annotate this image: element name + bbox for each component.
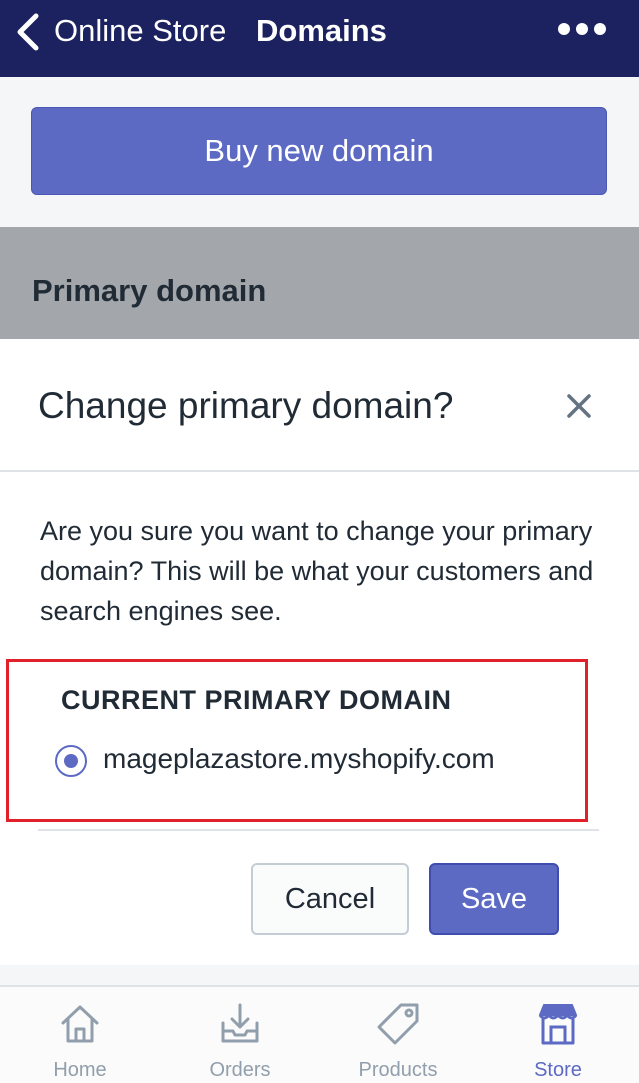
cancel-button[interactable]: Cancel: [251, 863, 409, 935]
background-strip: [0, 965, 639, 985]
tab-orders[interactable]: Orders: [160, 987, 320, 1083]
tab-store[interactable]: Store: [478, 987, 638, 1083]
buy-new-domain-button[interactable]: Buy new domain: [31, 107, 607, 195]
orders-icon: [221, 1003, 259, 1043]
tab-label: Home: [53, 1059, 107, 1081]
tab-label: Store: [534, 1059, 582, 1081]
more-options-icon[interactable]: [556, 18, 608, 40]
primary-domain-section-header: Primary domain: [0, 227, 639, 339]
section-heading: Primary domain: [32, 273, 267, 308]
domain-radio[interactable]: [55, 745, 87, 777]
current-primary-domain-label: CURRENT PRIMARY DOMAIN: [61, 685, 452, 715]
store-icon: [538, 1004, 578, 1045]
buy-domain-area: Buy new domain: [0, 77, 639, 227]
bottom-tab-bar: Home Orders Products Store: [0, 985, 639, 1083]
tab-home[interactable]: Home: [0, 987, 160, 1083]
home-icon: [61, 1005, 99, 1043]
tag-icon: [377, 1003, 419, 1045]
back-label[interactable]: Online Store: [54, 13, 226, 49]
chevron-left-icon[interactable]: [12, 10, 46, 54]
save-button[interactable]: Save: [429, 863, 559, 935]
domain-option-label[interactable]: mageplazastore.myshopify.com: [103, 743, 495, 775]
modal-body-text: Are you sure you want to change your pri…: [40, 516, 594, 626]
highlight-box: [6, 659, 588, 822]
page-title: Domains: [256, 13, 387, 48]
tab-label: Products: [358, 1059, 438, 1081]
tab-products[interactable]: Products: [318, 987, 478, 1083]
tab-label: Orders: [209, 1059, 271, 1081]
close-icon[interactable]: [566, 393, 592, 419]
change-domain-modal: Change primary domain? Are you sure you …: [0, 339, 639, 985]
top-navigation-bar: Online Store Domains: [0, 0, 639, 77]
modal-title: Change primary domain?: [38, 385, 454, 426]
modal-header-divider: [0, 470, 639, 472]
radio-selected-dot: [64, 754, 78, 768]
modal-footer-divider: [38, 829, 599, 831]
